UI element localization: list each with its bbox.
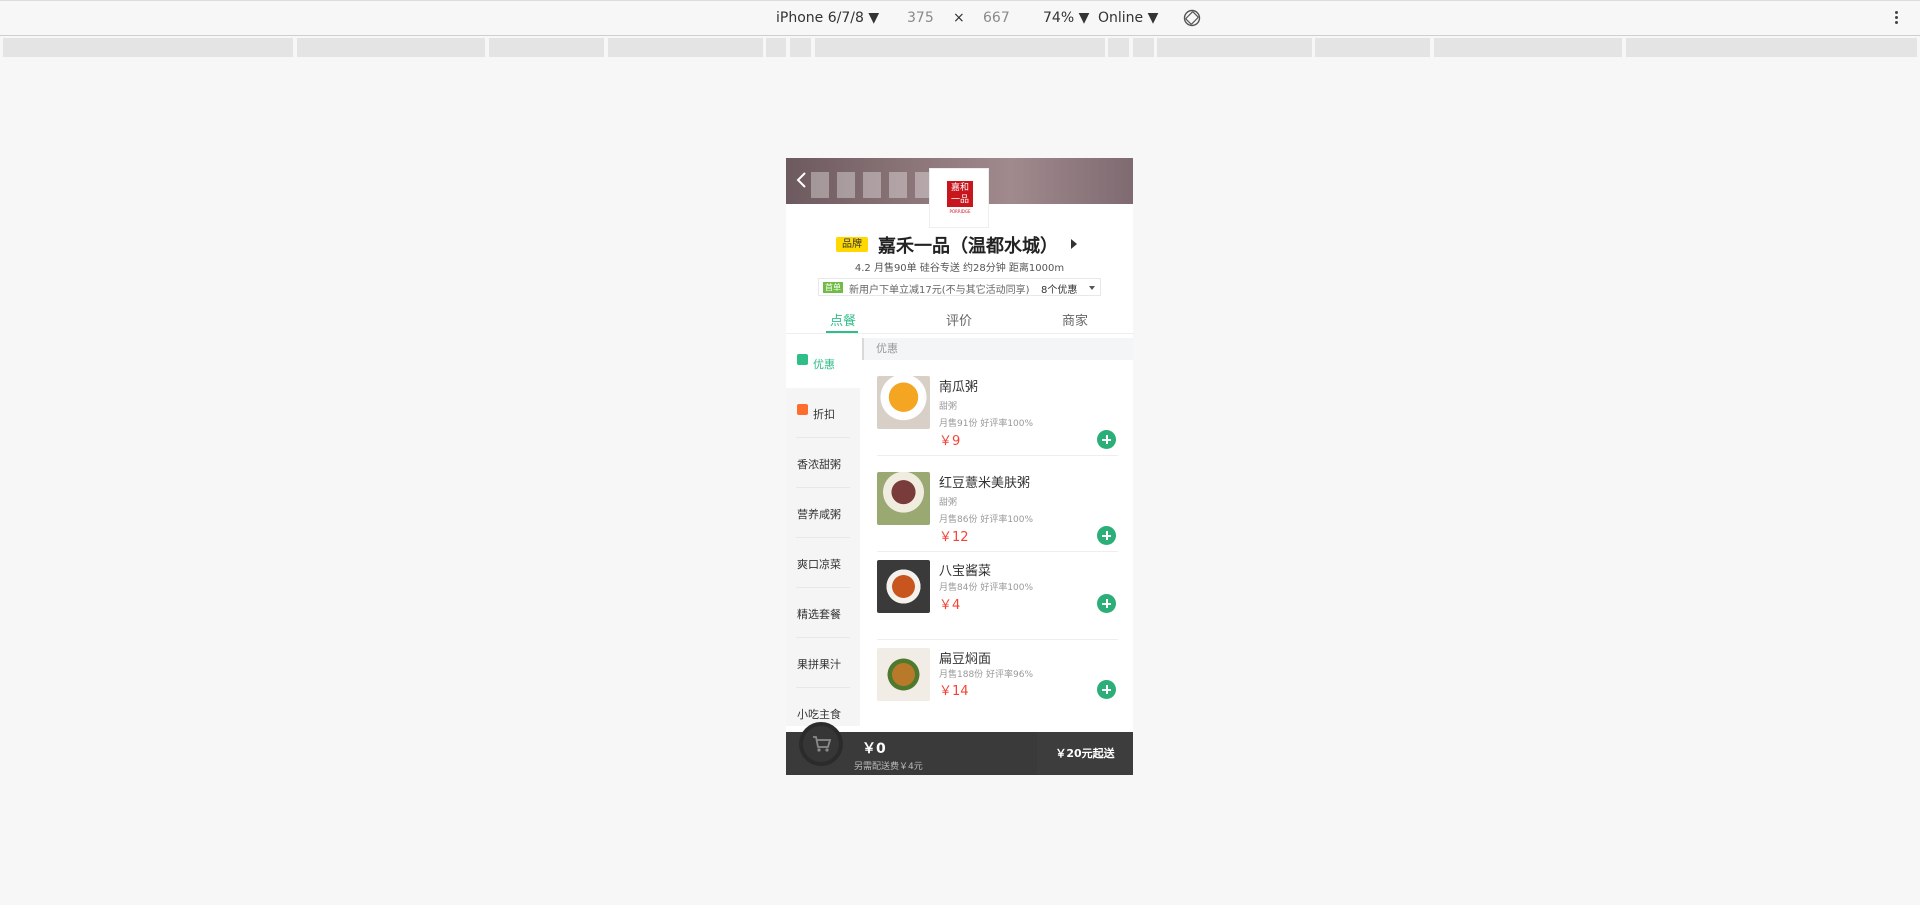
- food-image: [877, 648, 930, 701]
- cart-total: ￥0: [862, 741, 886, 757]
- category-sidebar: 优惠 折扣 香浓甜粥 营养咸粥 爽口凉菜 精选套餐 果拼果汁 小吃主食: [786, 338, 860, 726]
- width-input[interactable]: 375: [907, 10, 934, 26]
- device-toolbar: iPhone 6/7/8 ▼ 375 × 667 74% ▼ Online ▼: [0, 0, 1920, 36]
- add-to-cart-button[interactable]: [1097, 594, 1116, 613]
- food-image: [877, 376, 930, 429]
- food-item[interactable]: 扁豆焖面 月售188份 好评率96% ￥14: [862, 640, 1133, 732]
- sidebar-item-set-meals[interactable]: 精选套餐: [786, 588, 860, 638]
- sidebar-item-label: 果拼果汁: [797, 658, 841, 671]
- sidebar-item-sweet-porridge[interactable]: 香浓甜粥: [786, 438, 860, 488]
- food-price: ￥9: [939, 434, 961, 449]
- shop-name: 嘉禾一品（温都水城）: [878, 236, 1058, 257]
- food-stats: 月售188份 好评率96%: [939, 670, 1034, 680]
- food-stats: 月售84份 好评率100%: [939, 583, 1034, 593]
- add-to-cart-button[interactable]: [1097, 430, 1116, 449]
- first-order-badge: 首单: [823, 282, 843, 293]
- sidebar-item-fruit-juice[interactable]: 果拼果汁: [786, 638, 860, 688]
- minimum-order-button[interactable]: ￥20元起送: [1037, 732, 1133, 775]
- food-price: ￥12: [939, 530, 969, 545]
- discount-icon: [797, 354, 808, 365]
- chevron-down-icon: [1089, 286, 1095, 290]
- logo-subtext: PORRIDGE: [949, 209, 971, 214]
- food-name: 扁豆焖面: [939, 652, 992, 667]
- sidebar-item-label: 爽口凉菜: [797, 558, 841, 571]
- add-to-cart-button[interactable]: [1097, 526, 1116, 545]
- tab-indicator: [826, 331, 858, 333]
- shop-logo: 嘉和 一品 PORRIDGE: [929, 168, 989, 228]
- sidebar-item-cold-dishes[interactable]: 爽口凉菜: [786, 538, 860, 588]
- chevron-right-icon: [1071, 239, 1077, 249]
- sidebar-item-label: 优惠: [813, 358, 835, 371]
- cart-button[interactable]: [799, 722, 843, 766]
- tab-reviews[interactable]: 评价: [946, 310, 972, 329]
- promo-count: 8个优惠: [1041, 285, 1078, 296]
- promo-text: 新用户下单立减17元(不与其它活动同享): [849, 285, 1030, 296]
- dimension-separator: ×: [953, 10, 965, 26]
- tab-merchant[interactable]: 商家: [1062, 310, 1088, 329]
- delivery-fee-note: 另需配送费￥4元: [854, 762, 923, 772]
- network-select[interactable]: Online ▼: [1098, 10, 1158, 26]
- food-name: 八宝酱菜: [939, 564, 992, 579]
- sidebar-item-discount[interactable]: 优惠: [786, 338, 860, 388]
- sidebar-item-label: 营养咸粥: [797, 508, 841, 521]
- food-price: ￥4: [939, 598, 961, 613]
- section-title: 优惠: [862, 338, 1133, 360]
- back-icon[interactable]: [795, 170, 809, 190]
- food-desc: 甜粥: [939, 402, 958, 412]
- food-stats: 月售91份 好评率100%: [939, 419, 1034, 429]
- food-image: [877, 560, 930, 613]
- food-name: 南瓜粥: [939, 380, 979, 395]
- sidebar-item-label: 香浓甜粥: [797, 458, 841, 471]
- food-item[interactable]: 八宝酱菜 月售84份 好评率100% ￥4: [862, 552, 1133, 640]
- sidebar-item-label: 精选套餐: [797, 608, 841, 621]
- sidebar-item-label: 折扣: [813, 408, 835, 421]
- tab-bar: 点餐 评价 商家: [786, 304, 1133, 334]
- shop-header[interactable]: 品牌 嘉禾一品（温都水城）: [786, 232, 1133, 257]
- media-query-bar[interactable]: [0, 38, 1920, 58]
- sidebar-item-salty-porridge[interactable]: 营养咸粥: [786, 488, 860, 538]
- add-to-cart-button[interactable]: [1097, 680, 1116, 699]
- food-name: 红豆薏米美肤粥: [939, 476, 1031, 491]
- food-desc: 甜粥: [939, 498, 958, 508]
- zoom-select[interactable]: 74% ▼: [1043, 10, 1089, 26]
- sidebar-item-sale[interactable]: 折扣: [786, 388, 860, 438]
- food-item[interactable]: 红豆薏米美肤粥 甜粥 月售86份 好评率100% ￥12: [862, 456, 1133, 552]
- sale-icon: [797, 404, 808, 415]
- sidebar-item-label: 小吃主食: [797, 708, 841, 721]
- device-select[interactable]: iPhone 6/7/8 ▼: [776, 10, 879, 26]
- food-price: ￥14: [939, 684, 969, 699]
- brand-badge: 品牌: [836, 237, 868, 252]
- height-input[interactable]: 667: [983, 10, 1010, 26]
- mobile-viewport: 嘉和 一品 PORRIDGE 品牌 嘉禾一品（温都水城） 4.2 月售90单 硅…: [786, 158, 1133, 775]
- food-item[interactable]: 南瓜粥 甜粥 月售91份 好评率100% ￥9: [862, 360, 1133, 456]
- cart-icon: [813, 736, 832, 752]
- cart-bar: ￥0 另需配送费￥4元 ￥20元起送: [786, 722, 1133, 775]
- promo-bar[interactable]: 首单 新用户下单立减17元(不与其它活动同享) 8个优惠: [818, 278, 1101, 296]
- logo-mark: 嘉和 一品: [947, 181, 973, 207]
- more-options-icon[interactable]: [1893, 9, 1899, 29]
- tab-order[interactable]: 点餐: [830, 310, 856, 329]
- rotate-icon[interactable]: [1183, 9, 1201, 27]
- shop-meta: 4.2 月售90单 硅谷专送 约28分钟 距离1000m: [854, 263, 1065, 274]
- food-stats: 月售86份 好评率100%: [939, 515, 1034, 525]
- food-image: [877, 472, 930, 525]
